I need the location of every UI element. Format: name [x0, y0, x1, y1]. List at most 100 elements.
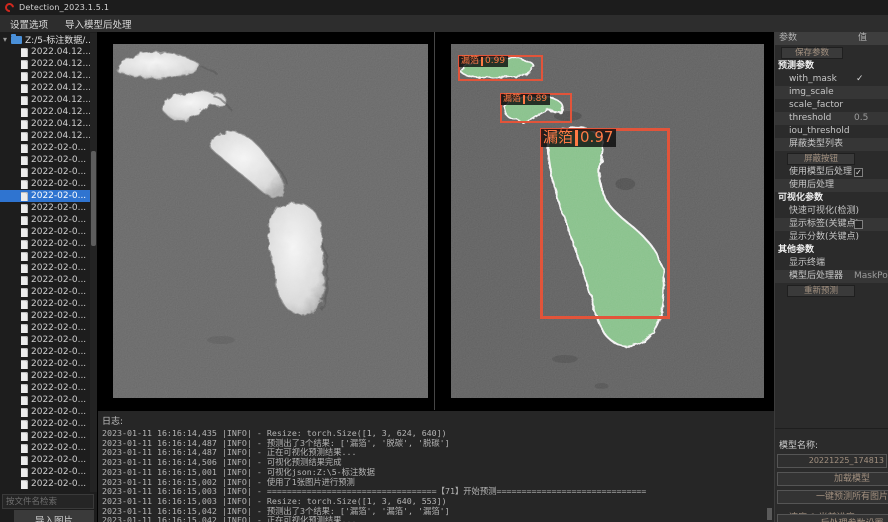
tree-item[interactable]: 2022-02-0...	[0, 142, 97, 154]
file-tree-panel: ▾ Z:/5-标注数据/... 2022.04.12...2022.04.12.…	[0, 32, 98, 522]
tree-item[interactable]: 2022-02-0...	[0, 406, 97, 418]
search-input[interactable]	[2, 494, 94, 509]
tree-item[interactable]: 2022-02-0...	[0, 466, 97, 478]
tree-item[interactable]: 2022-02-0...	[0, 382, 97, 394]
detection-image-canvas[interactable]: 漏箔0.99漏箔0.89漏箔0.97	[451, 44, 764, 398]
tree-root-folder[interactable]: ▾ Z:/5-标注数据/...	[0, 33, 97, 46]
tree-item[interactable]: 2022-02-0...	[0, 202, 97, 214]
tree-root-label: Z:/5-标注数据/...	[25, 33, 94, 46]
param-action-button[interactable]: 保存参数	[781, 47, 843, 59]
tree-item[interactable]: 2022-02-0...	[0, 178, 97, 190]
param-row[interactable]: 显示终端	[775, 257, 888, 270]
expand-arrow-icon[interactable]: ▾	[0, 35, 10, 44]
tree-item[interactable]: 2022-02-0...	[0, 346, 97, 358]
param-row[interactable]: with_mask✓	[775, 73, 888, 86]
param-row[interactable]: 使用后处理	[775, 179, 888, 192]
param-action-button[interactable]: 重新预测	[787, 285, 855, 297]
tree-item[interactable]: 2022-02-0...	[0, 334, 97, 346]
tree-item[interactable]: 2022-02-0...	[0, 478, 97, 490]
param-name: with_mask	[775, 73, 888, 86]
param-checkbox[interactable]: ✓	[854, 168, 863, 177]
tree-item[interactable]: 2022.04.12...	[0, 70, 97, 82]
tree-item[interactable]: 2022-02-0...	[0, 166, 97, 178]
tree-item[interactable]: 2022-02-0...	[0, 154, 97, 166]
predict-all-button[interactable]: 一键预测所有图片	[777, 490, 888, 504]
tree-item[interactable]: 2022.04.12...	[0, 58, 97, 70]
param-name: 显示终端	[775, 257, 888, 270]
tree-item[interactable]: 2022-02-0...	[0, 370, 97, 382]
model-name-field[interactable]: 20221225_174813	[777, 454, 887, 468]
param-section-header: 其他参数	[775, 244, 888, 257]
param-row[interactable]: scale_factor	[775, 99, 888, 112]
param-row[interactable]: 使用模型后处理✓	[775, 166, 888, 179]
tree-scrollbar-track[interactable]	[90, 33, 97, 492]
param-checkbox[interactable]	[854, 220, 863, 229]
tree-item[interactable]: 2022-02-0...	[0, 286, 97, 298]
tree-item[interactable]: 2022.04.12...	[0, 118, 97, 130]
tree-item[interactable]: 2022.04.12...	[0, 106, 97, 118]
tree-item[interactable]: 2022-02-0...	[0, 298, 97, 310]
tree-item[interactable]: 2022-02-0...	[0, 226, 97, 238]
param-name: iou_threshold	[775, 125, 888, 138]
param-section-header: 预测参数	[775, 60, 888, 73]
tree-item[interactable]: 2022-02-0...	[0, 454, 97, 466]
file-icon	[21, 396, 28, 405]
detection-label: 漏箔0.99	[459, 56, 508, 67]
param-name: 屏蔽类型列表	[775, 138, 888, 151]
tree-item[interactable]: 2022-02-0...	[0, 250, 97, 262]
import-images-button[interactable]: 导入图片	[13, 509, 95, 522]
tree-item[interactable]: 2022-02-0...	[0, 394, 97, 406]
tree-item-label: 2022-02-0...	[31, 311, 86, 321]
menu-item[interactable]: 导入模型后处理	[65, 17, 132, 31]
tree-item[interactable]: 2022-02-0...	[0, 358, 97, 370]
log-lines[interactable]: 2023-01-11 16:16:14,435 |INFO| - Resize:…	[102, 429, 774, 522]
tree-item[interactable]: 2022.04.12...	[0, 130, 97, 142]
tree-item[interactable]: 2022-02-0...	[0, 238, 97, 250]
param-row[interactable]: iou_threshold	[775, 125, 888, 138]
log-scrollbar-thumb[interactable]	[767, 508, 772, 520]
tree-scrollbar-thumb[interactable]	[91, 151, 96, 246]
param-row[interactable]: threshold0.5	[775, 112, 888, 125]
file-icon	[21, 72, 28, 81]
tree-item-label: 2022-02-0...	[31, 299, 86, 309]
menu-item[interactable]: 设置选项	[10, 17, 48, 31]
param-row[interactable]: img_scale	[775, 86, 888, 99]
parameters-rows: 保存参数预测参数with_mask✓img_scalescale_factort…	[775, 45, 888, 298]
tree-item[interactable]: 2022-02-0...	[0, 322, 97, 334]
tree-item[interactable]: 2022-02-0...	[0, 190, 97, 202]
param-row[interactable]: 显示标签(关键点)	[775, 218, 888, 231]
file-icon	[21, 408, 28, 417]
app-window: Detection_2023.1.5.1 设置选项导入模型后处理 ▾ Z:/5-…	[0, 0, 888, 522]
raw-image-canvas[interactable]	[113, 44, 428, 398]
load-model-button[interactable]: 加载模型	[777, 472, 888, 486]
parameters-panel: 参数 值 保存参数预测参数with_mask✓img_scalescale_fa…	[775, 32, 888, 522]
param-row[interactable]: 快速可视化(检测)	[775, 205, 888, 218]
param-row[interactable]: 模型后处理器MaskPostPro	[775, 270, 888, 283]
tree-item[interactable]: 2022-02-0...	[0, 442, 97, 454]
param-action-button[interactable]: 屏蔽按钮	[787, 153, 855, 165]
postprocess-settings-button[interactable]: 后处理参数设置	[777, 514, 888, 522]
file-tree: ▾ Z:/5-标注数据/... 2022.04.12...2022.04.12.…	[0, 33, 97, 492]
detection-image-panel: 漏箔0.99漏箔0.89漏箔0.97	[439, 32, 774, 410]
file-icon	[21, 252, 28, 261]
tree-item[interactable]: 2022-02-0...	[0, 430, 97, 442]
param-row[interactable]: 屏蔽类型列表	[775, 138, 888, 151]
tree-item[interactable]: 2022-02-0...	[0, 310, 97, 322]
tree-item[interactable]: 2022-02-0...	[0, 418, 97, 430]
tree-item[interactable]: 2022-02-0...	[0, 274, 97, 286]
raw-image-graphic	[113, 44, 428, 398]
file-icon	[21, 240, 28, 249]
tree-item[interactable]: 2022-02-0...	[0, 262, 97, 274]
param-button-row: 保存参数	[775, 45, 888, 60]
param-button-row: 屏蔽按钮	[775, 151, 888, 166]
tree-item[interactable]: 2022.04.12...	[0, 46, 97, 58]
checkmark-icon: ✓	[856, 73, 864, 86]
label-separator-bar	[481, 57, 483, 66]
tree-item[interactable]: 2022-02-0...	[0, 214, 97, 226]
tree-item-label: 2022-02-0...	[31, 167, 86, 177]
tree-item[interactable]: 2022.04.12...	[0, 94, 97, 106]
param-row[interactable]: 显示分数(关键点)	[775, 231, 888, 244]
file-icon	[21, 456, 28, 465]
param-section-header: 可视化参数	[775, 192, 888, 205]
tree-item[interactable]: 2022.04.12...	[0, 82, 97, 94]
